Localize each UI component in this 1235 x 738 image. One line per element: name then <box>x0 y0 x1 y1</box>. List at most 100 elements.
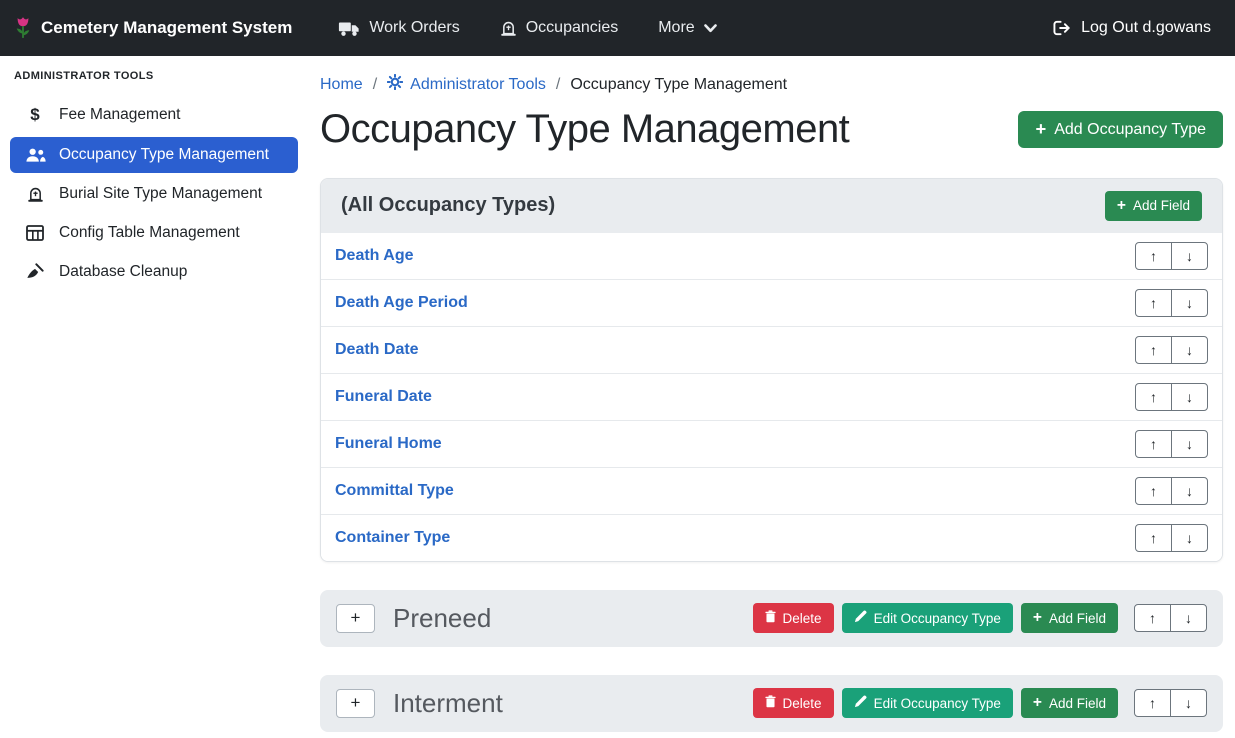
breadcrumb-admin-tools-link[interactable]: Administrator Tools <box>387 74 546 95</box>
breadcrumb: Home / Administrator Tools / Occupancy T… <box>320 56 1223 95</box>
add-field-button[interactable]: + Add Field <box>1105 191 1202 221</box>
add-field-button[interactable]: + Add Field <box>1021 688 1118 718</box>
occupancy-type-section: + Interment Delete <box>320 675 1223 732</box>
field-row: Death Age ↑ ↓ <box>321 233 1222 280</box>
sidebar-item-database-cleanup[interactable]: Database Cleanup <box>10 254 298 290</box>
arrow-up-icon: ↑ <box>1150 530 1157 546</box>
move-up-button[interactable]: ↑ <box>1135 242 1172 270</box>
sidebar-item-occupancy-type-management[interactable]: Occupancy Type Management <box>10 137 298 173</box>
edit-label: Edit Occupancy Type <box>874 696 1001 711</box>
plus-icon: + <box>1035 120 1046 138</box>
sidebar-item-burial-site-type-management[interactable]: Burial Site Type Management <box>10 176 298 212</box>
nav-occupancies[interactable]: Occupancies <box>500 19 619 37</box>
plus-icon: + <box>1033 695 1042 711</box>
sidebar-header: ADMINISTRATOR TOOLS <box>10 64 298 96</box>
flower-logo-icon <box>14 15 32 41</box>
plus-icon: + <box>351 608 361 628</box>
sidebar-item-fee-management[interactable]: $ Fee Management <box>10 96 298 134</box>
reorder-button-group: ↑ ↓ <box>1135 383 1208 411</box>
arrow-up-icon: ↑ <box>1149 610 1156 626</box>
arrow-down-icon: ↓ <box>1186 436 1193 452</box>
move-down-button[interactable]: ↓ <box>1171 242 1208 270</box>
sections-container: + Preneed Delete <box>320 590 1223 732</box>
plus-icon: + <box>1033 610 1042 626</box>
users-icon <box>24 147 46 163</box>
field-row: Funeral Date ↑ ↓ <box>321 374 1222 421</box>
arrow-down-icon: ↓ <box>1186 389 1193 405</box>
logout-link[interactable]: Log Out d.gowans <box>1053 19 1211 37</box>
section-actions: Delete Edit Occupancy Type + Add Field ↑ <box>753 603 1207 633</box>
arrow-down-icon: ↓ <box>1186 483 1193 499</box>
field-link[interactable]: Death Age Period <box>335 294 468 312</box>
delete-label: Delete <box>783 611 822 626</box>
edit-label: Edit Occupancy Type <box>874 611 1001 626</box>
move-up-button[interactable]: ↑ <box>1135 524 1172 552</box>
delete-button[interactable]: Delete <box>753 688 834 718</box>
edit-occupancy-type-button[interactable]: Edit Occupancy Type <box>842 688 1013 718</box>
navbar-links: Work Orders Occupancies More <box>338 19 716 37</box>
arrow-up-icon: ↑ <box>1150 436 1157 452</box>
move-down-button[interactable]: ↓ <box>1171 336 1208 364</box>
nav-work-orders[interactable]: Work Orders <box>338 19 459 37</box>
fields-list: Death Age ↑ ↓ Death Age Period ↑ ↓ Death… <box>321 233 1222 561</box>
breadcrumb-home-link[interactable]: Home <box>320 76 363 94</box>
move-up-button[interactable]: ↑ <box>1135 289 1172 317</box>
tombstone-icon <box>500 20 517 37</box>
move-up-button[interactable]: ↑ <box>1134 604 1171 632</box>
move-up-button[interactable]: ↑ <box>1134 689 1171 717</box>
occupancy-type-section: + Preneed Delete <box>320 590 1223 647</box>
move-up-button[interactable]: ↑ <box>1135 477 1172 505</box>
move-down-button[interactable]: ↓ <box>1171 383 1208 411</box>
top-navbar: Cemetery Management System Work Orders <box>0 0 1235 56</box>
reorder-button-group: ↑ ↓ <box>1135 336 1208 364</box>
move-down-button[interactable]: ↓ <box>1171 477 1208 505</box>
move-up-button[interactable]: ↑ <box>1135 383 1172 411</box>
add-field-button[interactable]: + Add Field <box>1021 603 1118 633</box>
field-row: Death Date ↑ ↓ <box>321 327 1222 374</box>
move-down-button[interactable]: ↓ <box>1171 524 1208 552</box>
move-down-button[interactable]: ↓ <box>1171 430 1208 458</box>
field-link[interactable]: Death Age <box>335 247 414 265</box>
arrow-up-icon: ↑ <box>1150 389 1157 405</box>
title-row: Occupancy Type Management + Add Occupanc… <box>320 107 1223 152</box>
arrow-down-icon: ↓ <box>1186 248 1193 264</box>
move-down-button[interactable]: ↓ <box>1170 604 1207 632</box>
all-occupancy-types-header: (All Occupancy Types) + Add Field <box>321 179 1222 233</box>
reorder-button-group: ↑ ↓ <box>1135 430 1208 458</box>
trash-icon <box>765 695 776 711</box>
expand-button[interactable]: + <box>336 604 375 633</box>
dollar-icon: $ <box>24 105 46 125</box>
expand-button[interactable]: + <box>336 689 375 718</box>
brand-title: Cemetery Management System <box>41 18 292 38</box>
plus-icon: + <box>351 693 361 713</box>
pencil-icon <box>854 610 867 626</box>
move-down-button[interactable]: ↓ <box>1170 689 1207 717</box>
sidebar-item-config-table-management[interactable]: Config Table Management <box>10 215 298 251</box>
sidebar: ADMINISTRATOR TOOLS $ Fee Management Occ… <box>0 56 308 301</box>
plus-icon: + <box>1117 198 1126 214</box>
reorder-button-group: ↑ ↓ <box>1135 524 1208 552</box>
app-brand[interactable]: Cemetery Management System <box>14 15 292 41</box>
field-link[interactable]: Death Date <box>335 341 419 359</box>
chevron-down-icon <box>704 24 717 33</box>
all-occupancy-types-card: (All Occupancy Types) + Add Field Death … <box>320 178 1223 562</box>
move-up-button[interactable]: ↑ <box>1135 430 1172 458</box>
reorder-button-group: ↑ ↓ <box>1135 289 1208 317</box>
arrow-up-icon: ↑ <box>1150 483 1157 499</box>
field-link[interactable]: Committal Type <box>335 482 454 500</box>
reorder-button-group: ↑ ↓ <box>1134 604 1207 632</box>
move-up-button[interactable]: ↑ <box>1135 336 1172 364</box>
field-link[interactable]: Funeral Home <box>335 435 442 453</box>
nav-more[interactable]: More <box>658 19 716 37</box>
delete-button[interactable]: Delete <box>753 603 834 633</box>
add-occupancy-type-button[interactable]: + Add Occupancy Type <box>1018 111 1223 147</box>
field-link[interactable]: Container Type <box>335 529 450 547</box>
field-row: Container Type ↑ ↓ <box>321 515 1222 561</box>
section-title: Interment <box>393 688 503 719</box>
edit-occupancy-type-button[interactable]: Edit Occupancy Type <box>842 603 1013 633</box>
move-down-button[interactable]: ↓ <box>1171 289 1208 317</box>
add-field-label: Add Field <box>1049 696 1106 711</box>
delete-label: Delete <box>783 696 822 711</box>
field-link[interactable]: Funeral Date <box>335 388 432 406</box>
arrow-up-icon: ↑ <box>1149 695 1156 711</box>
